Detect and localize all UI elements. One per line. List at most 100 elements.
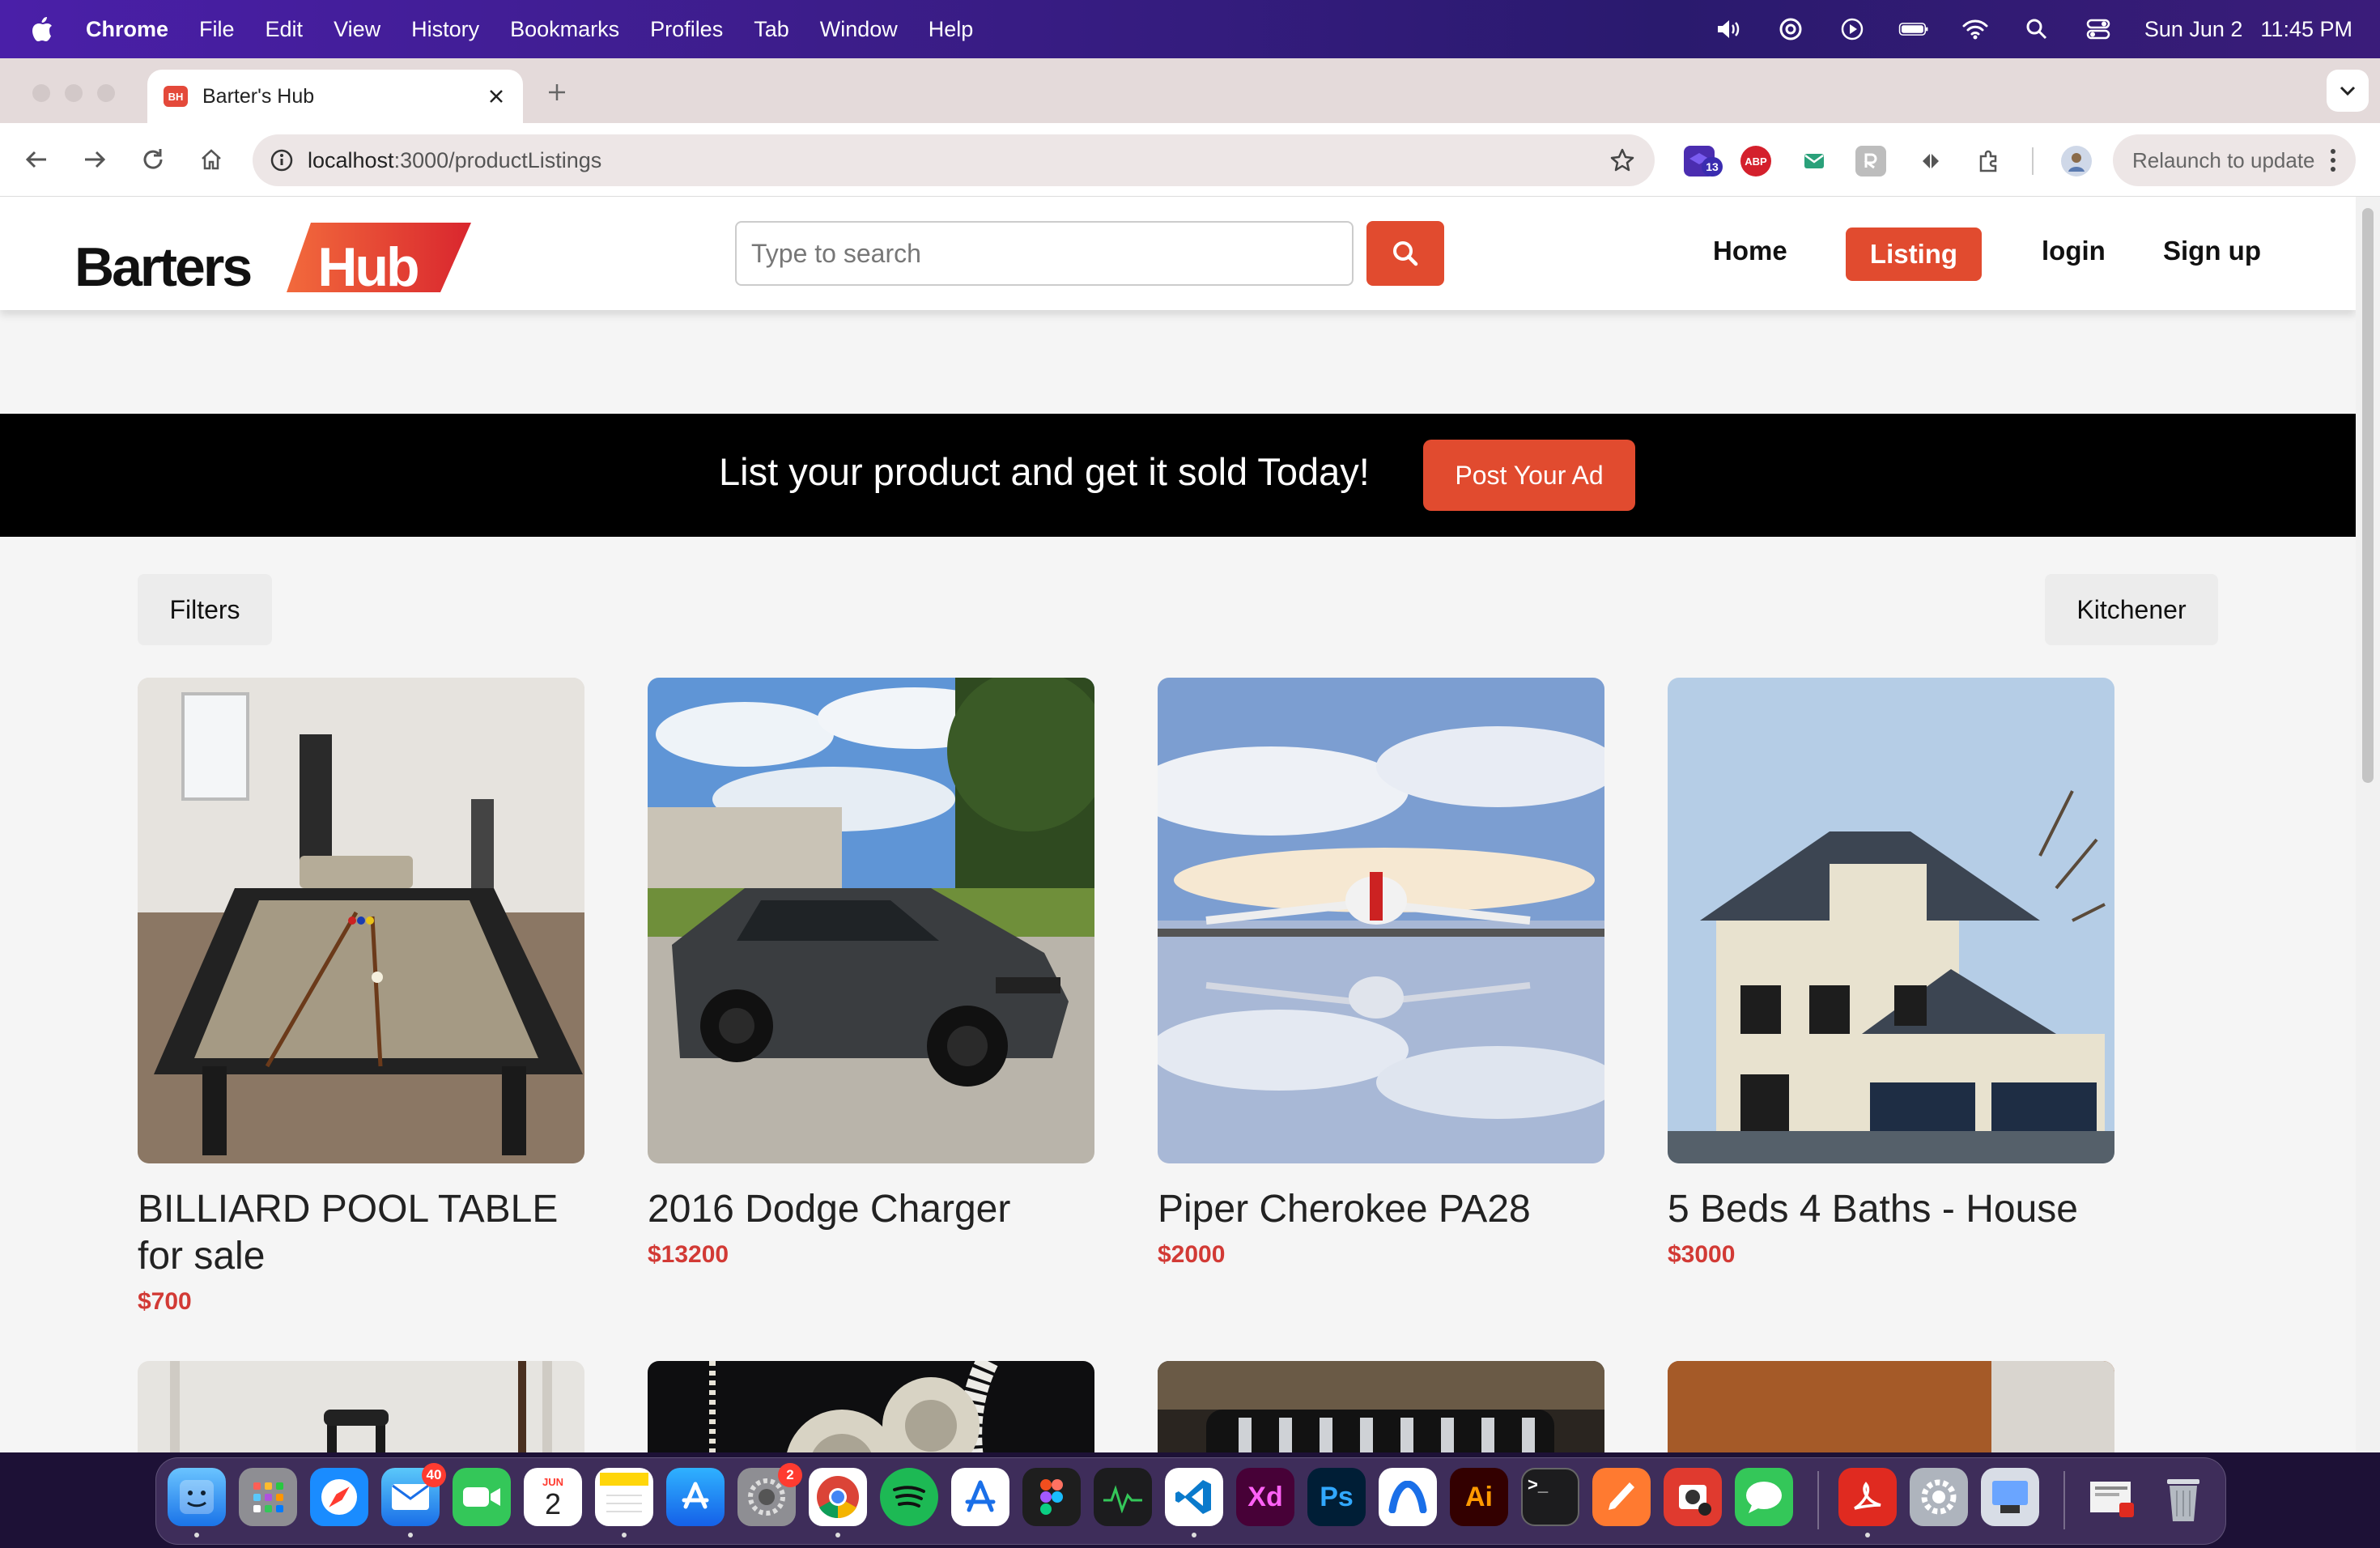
search-button[interactable] <box>1366 221 1444 286</box>
menu-app-name[interactable]: Chrome <box>86 17 168 42</box>
relaunch-to-update-button[interactable]: Relaunch to update <box>2113 134 2356 186</box>
nav-signup-link[interactable]: Sign up <box>2163 236 2261 266</box>
listing-card[interactable]: Piper Cherokee PA28 $2000 <box>1158 678 1604 1269</box>
trash-icon[interactable] <box>2154 1468 2212 1526</box>
listing-title[interactable]: BILLIARD POOL TABLE for sale <box>138 1186 584 1280</box>
menu-file[interactable]: File <box>199 17 235 42</box>
menu-edit[interactable]: Edit <box>266 17 304 42</box>
product-search-input[interactable] <box>735 221 1354 286</box>
instruments-icon[interactable] <box>951 1468 1009 1526</box>
forward-arrow-icon[interactable] <box>78 142 112 176</box>
listing-title[interactable]: Piper Cherokee PA28 <box>1158 1186 1604 1233</box>
figma-icon[interactable] <box>1022 1468 1081 1526</box>
menu-tab[interactable]: Tab <box>754 17 789 42</box>
scrollbar-thumb[interactable] <box>2362 208 2374 783</box>
facetime-icon[interactable] <box>453 1468 511 1526</box>
address-bar[interactable]: localhost:3000/productListings <box>253 134 1655 186</box>
address-url[interactable]: localhost:3000/productListings <box>308 148 601 173</box>
tab-barters-hub[interactable]: BH Barter's Hub <box>147 70 523 123</box>
profile-avatar[interactable] <box>2061 146 2092 176</box>
messages-icon[interactable] <box>1735 1468 1793 1526</box>
listing-price: $700 <box>138 1288 192 1315</box>
menu-help[interactable]: Help <box>929 17 974 42</box>
nav-listing-button[interactable]: Listing <box>1846 228 1982 281</box>
chrome-menu-icon[interactable] <box>2325 146 2341 175</box>
document-stack-icon[interactable] <box>2083 1468 2141 1526</box>
terminal-icon[interactable]: >_ <box>1521 1468 1579 1526</box>
listing-title[interactable]: 5 Beds 4 Baths - House <box>1668 1186 2114 1233</box>
back-arrow-icon[interactable] <box>19 142 53 176</box>
listing-image-wrench-set[interactable] <box>1158 1361 1604 1452</box>
settings-gear-icon[interactable] <box>1910 1468 1968 1526</box>
plugin-extension-icon[interactable] <box>1915 146 1946 176</box>
menu-window[interactable]: Window <box>820 17 898 42</box>
photoshop-icon[interactable]: Ps <box>1307 1468 1366 1526</box>
listing-image-pool-table[interactable] <box>138 678 584 1163</box>
preview-icon[interactable] <box>1981 1468 2039 1526</box>
photo-booth-icon[interactable] <box>1664 1468 1722 1526</box>
listing-image-car[interactable] <box>648 678 1094 1163</box>
spotlight-search-icon[interactable] <box>2021 17 2052 41</box>
extension-stack-icon[interactable]: 13 <box>1684 146 1723 176</box>
media-play-icon[interactable] <box>1837 17 1868 41</box>
filters-button[interactable]: Filters <box>138 574 272 645</box>
menu-profiles[interactable]: Profiles <box>650 17 723 42</box>
extensions-puzzle-icon[interactable] <box>1974 146 2004 176</box>
home-icon[interactable] <box>194 142 228 176</box>
listing-image-luggage[interactable] <box>138 1361 584 1452</box>
arc-browser-icon[interactable] <box>1379 1468 1437 1526</box>
listing-image-house[interactable] <box>1668 678 2114 1163</box>
nav-home-link[interactable]: Home <box>1713 236 1787 266</box>
battery-icon[interactable] <box>1898 17 1929 41</box>
listing-card[interactable]: 2016 Dodge Charger $13200 <box>648 678 1094 1269</box>
listing-image-jewelry[interactable] <box>648 1361 1094 1452</box>
spotify-icon[interactable] <box>880 1468 938 1526</box>
activity-monitor-icon[interactable] <box>1094 1468 1152 1526</box>
tab-close-icon[interactable] <box>484 84 508 108</box>
menu-view[interactable]: View <box>334 17 380 42</box>
reload-icon[interactable] <box>136 142 170 176</box>
window-zoom-button[interactable] <box>97 84 115 102</box>
acrobat-icon[interactable] <box>1838 1468 1897 1526</box>
adobe-xd-icon[interactable]: Xd <box>1236 1468 1294 1526</box>
chrome-icon[interactable] <box>809 1468 867 1526</box>
listing-image-airplane[interactable] <box>1158 678 1604 1163</box>
post-your-ad-button[interactable]: Post Your Ad <box>1423 440 1635 511</box>
listing-card[interactable]: BILLIARD POOL TABLE for sale $700 <box>138 678 584 1316</box>
pages-pen-icon[interactable] <box>1592 1468 1651 1526</box>
adblock-plus-icon[interactable]: ABP <box>1740 146 1771 176</box>
barters-hub-logo[interactable]: Barters Hub <box>74 219 471 298</box>
window-minimize-button[interactable] <box>65 84 83 102</box>
mail-icon[interactable]: 40 <box>381 1463 446 1526</box>
apple-menu-icon[interactable] <box>29 15 55 44</box>
system-settings-icon[interactable]: 2 <box>737 1463 802 1526</box>
listing-title[interactable]: 2016 Dodge Charger <box>648 1186 1094 1233</box>
illustrator-icon[interactable]: Ai <box>1450 1468 1508 1526</box>
window-close-button[interactable] <box>32 84 50 102</box>
bookmark-star-icon[interactable] <box>1608 146 1637 175</box>
notes-icon[interactable] <box>595 1468 653 1526</box>
control-center-icon[interactable] <box>2083 17 2114 41</box>
vscode-icon[interactable] <box>1165 1468 1223 1526</box>
launchpad-icon[interactable] <box>239 1468 297 1526</box>
safari-icon[interactable] <box>310 1468 368 1526</box>
menu-history[interactable]: History <box>411 17 479 42</box>
listing-card[interactable]: 5 Beds 4 Baths - House $3000 <box>1668 678 2114 1269</box>
creative-cloud-icon[interactable] <box>1775 17 1806 41</box>
volume-icon[interactable] <box>1714 17 1745 41</box>
grammar-extension-icon[interactable] <box>1855 146 1886 176</box>
email-extension-icon[interactable] <box>1799 146 1830 176</box>
tab-search-chevron-icon[interactable] <box>2327 70 2369 112</box>
listing-image-basket[interactable] <box>1668 1361 2114 1452</box>
site-info-icon[interactable] <box>267 146 296 175</box>
finder-icon[interactable] <box>168 1468 226 1526</box>
calendar-icon[interactable]: JUN 2 <box>524 1468 582 1526</box>
menu-bookmarks[interactable]: Bookmarks <box>510 17 619 42</box>
location-selector[interactable]: Kitchener <box>2045 574 2218 645</box>
wifi-icon[interactable] <box>1960 17 1991 41</box>
nav-login-link[interactable]: login <box>2042 236 2106 266</box>
page-scrollbar[interactable] <box>2356 197 2380 1452</box>
new-tab-icon[interactable] <box>542 78 572 107</box>
app-store-icon[interactable] <box>666 1468 725 1526</box>
menu-clock[interactable]: Sun Jun 2 11:45 PM <box>2144 17 2352 42</box>
